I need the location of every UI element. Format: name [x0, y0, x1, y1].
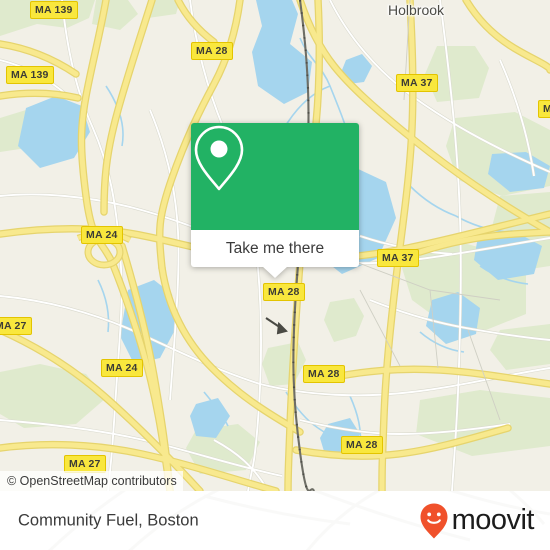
road-shield-edge-partial[interactable]: MA — [538, 100, 550, 118]
road-shield-ma37-a[interactable]: MA 37 — [396, 74, 438, 92]
road-shield-ma28-b[interactable]: MA 28 — [263, 283, 305, 301]
road-shield-ma24-a[interactable]: MA 24 — [81, 226, 123, 244]
road-shield-ma27-a[interactable]: MA 27 — [0, 317, 32, 335]
page-footer: Community Fuel, Boston moovit — [0, 491, 550, 550]
moovit-wordmark: moovit — [451, 504, 535, 536]
map-pin-icon — [194, 125, 244, 191]
road-shield-ma24-b[interactable]: MA 24 — [101, 359, 143, 377]
location-title: Community Fuel, Boston — [18, 511, 199, 529]
moovit-brand[interactable]: moovit — [419, 502, 535, 540]
road-shield-ma37-b[interactable]: MA 37 — [377, 249, 419, 267]
road-shield-ma139-a[interactable]: MA 139 — [30, 1, 78, 19]
moovit-smiley-pin-icon — [420, 503, 448, 538]
osm-attribution[interactable]: © OpenStreetMap contributors — [0, 471, 183, 491]
road-shield-ma28-d[interactable]: MA 28 — [341, 436, 383, 454]
popup-pointer-tail — [262, 266, 288, 278]
place-label-holbrook: Holbrook — [388, 2, 445, 18]
popup-header — [191, 123, 359, 230]
popup-footer[interactable]: Take me there — [191, 230, 359, 267]
take-me-there-label: Take me there — [225, 239, 325, 257]
map-screenshot: Holbrook MA 139 MA 139 MA 28 MA 37 MA 24… — [0, 0, 550, 550]
road-shield-ma28-c[interactable]: MA 28 — [303, 365, 345, 383]
map-canvas[interactable]: Holbrook MA 139 MA 139 MA 28 MA 37 MA 24… — [0, 0, 550, 491]
road-shield-ma139-b[interactable]: MA 139 — [6, 66, 54, 84]
location-popup-card[interactable]: Take me there — [191, 123, 359, 278]
road-shield-ma28-a[interactable]: MA 28 — [191, 42, 233, 60]
